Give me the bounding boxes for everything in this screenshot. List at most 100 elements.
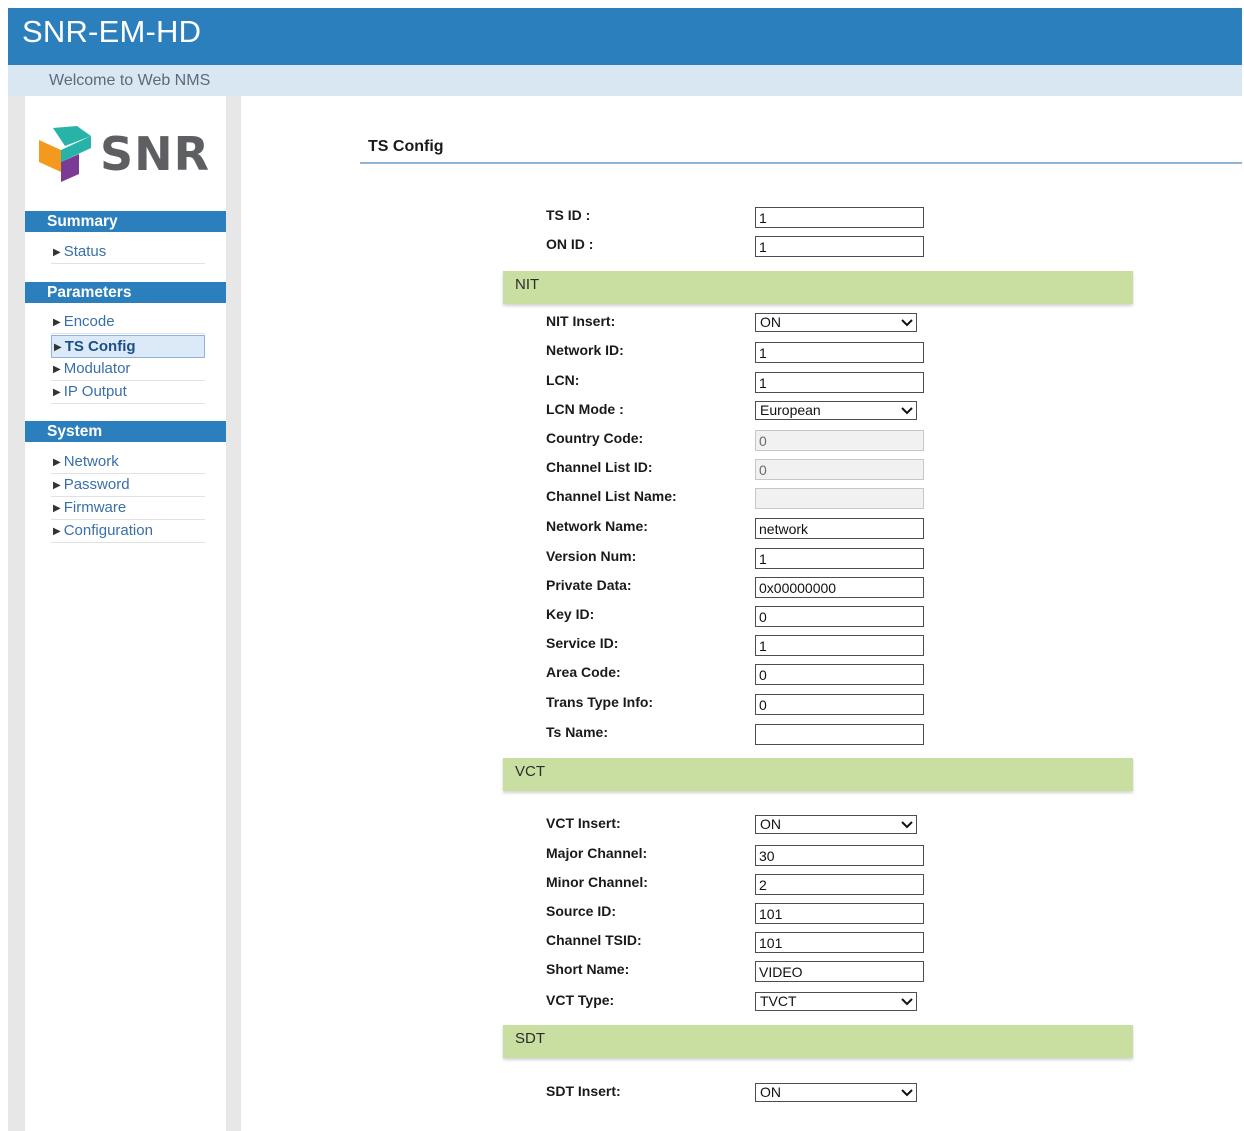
page-title: TS Config [368,138,444,155]
chevron-down-icon [901,319,913,327]
trans-type-info-label: Trans Type Info: [546,694,654,710]
vct-insert-select[interactable]: ON [755,815,917,834]
private-data-field[interactable] [755,577,924,598]
chevron-down-icon [901,821,913,829]
short-name-field[interactable] [755,961,924,982]
title-divider [360,162,1242,164]
key-id-label: Key ID: [546,606,595,622]
sidebar-item-ts-config[interactable]: ▶ TS Config [51,335,205,358]
sidebar-section-summary: Summary [25,211,226,232]
chevron-down-icon [901,1089,913,1097]
sidebar-item-modulator[interactable]: ▶ Modulator [51,358,205,381]
chevron-down-icon [901,998,913,1006]
service-id-label: Service ID: [546,635,619,651]
sidebar-item-ip-output[interactable]: ▶ IP Output [51,381,205,404]
service-id-field[interactable] [755,635,924,656]
lcn-field[interactable] [755,372,924,393]
minor-channel-label: Minor Channel: [546,874,648,890]
sidebar-item-label: Modulator [63,360,131,377]
vct-insert-value: ON [760,816,781,832]
minor-channel-field[interactable] [755,874,924,895]
sidebar-item-label: TS Config [64,338,136,355]
sidebar-item-network[interactable]: ▶ Network [51,451,205,474]
on-id-label: ON ID : [546,236,594,252]
lcn-mode-value: European [760,402,821,418]
area-code-field[interactable] [755,664,924,685]
vct-insert-label: VCT Insert: [546,815,621,831]
nit-insert-select[interactable]: ON [755,313,917,332]
sidebar-item-label: Encode [63,313,115,330]
sidebar: SNR Summary ▶ Status Parameters ▶ Encode ▶… [25,96,226,1131]
country-code-label: Country Code: [546,430,644,446]
play-arrow-icon: ▶ [54,342,62,353]
sidebar-item-firmware[interactable]: ▶ Firmware [51,497,205,520]
sidebar-item-label: IP Output [63,383,127,400]
logo-cube-icon [39,126,91,182]
vct-section-title: VCT [515,763,545,780]
source-id-field[interactable] [755,903,924,924]
play-arrow-icon: ▶ [53,387,61,398]
nit-section-header: NIT [503,271,1133,304]
network-id-field[interactable] [755,342,924,363]
sdt-insert-label: SDT Insert: [546,1083,621,1099]
key-id-field[interactable] [755,606,924,627]
vct-type-value: TVCT [760,993,797,1009]
sidebar-section-parameters: Parameters [25,282,226,303]
play-arrow-icon: ▶ [53,503,61,514]
play-arrow-icon: ▶ [53,526,61,537]
country-code-field [755,430,924,451]
sidebar-item-label: Password [63,476,130,493]
trans-type-info-field[interactable] [755,694,924,715]
network-id-label: Network ID: [546,342,624,358]
sidebar-item-status[interactable]: ▶ Status [51,241,205,264]
sidebar-section-system: System [25,421,226,442]
play-arrow-icon: ▶ [53,364,61,375]
channel-tsid-field[interactable] [755,932,924,953]
chevron-down-icon [901,407,913,415]
welcome-bar: Welcome to Web NMS [8,65,1242,96]
version-num-label: Version Num: [546,548,637,564]
nit-insert-label: NIT Insert: [546,313,616,329]
app-header: SNR-EM-HD [8,8,1242,65]
sdt-insert-select[interactable]: ON [755,1083,917,1102]
network-name-label: Network Name: [546,518,648,534]
sidebar-item-encode[interactable]: ▶ Encode [51,311,205,334]
welcome-text: Welcome to Web NMS [49,72,211,89]
play-arrow-icon: ▶ [53,317,61,328]
sidebar-item-password[interactable]: ▶ Password [51,474,205,497]
sdt-section-title: SDT [515,1030,545,1047]
channel-list-name-label: Channel List Name: [546,488,677,504]
sidebar-item-label: Network [63,453,119,470]
sidebar-item-label: Status [63,243,107,260]
nit-insert-value: ON [760,314,781,330]
vct-type-label: VCT Type: [546,992,615,1008]
ts-id-field[interactable] [755,207,924,228]
version-num-field[interactable] [755,548,924,569]
major-channel-label: Major Channel: [546,845,648,861]
sdt-insert-value: ON [760,1084,781,1100]
snr-logo: SNR [39,126,214,184]
play-arrow-icon: ▶ [53,247,61,258]
sdt-section-header: SDT [503,1025,1133,1058]
lcn-mode-label: LCN Mode : [546,401,624,417]
sidebar-item-label: Firmware [63,499,127,516]
play-arrow-icon: ▶ [53,480,61,491]
vct-type-select[interactable]: TVCT [755,992,917,1011]
area-code-label: Area Code: [546,664,621,680]
lcn-mode-select[interactable]: European [755,401,917,420]
on-id-field[interactable] [755,236,924,257]
channel-list-id-field [755,459,924,480]
sidebar-item-configuration[interactable]: ▶ Configuration [51,520,205,543]
play-arrow-icon: ▶ [53,457,61,468]
channel-list-name-field [755,488,924,509]
ts-name-field[interactable] [755,724,924,745]
lcn-label: LCN: [546,372,580,388]
channel-list-id-label: Channel List ID: [546,459,653,475]
short-name-label: Short Name: [546,961,630,977]
app-title: SNR-EM-HD [22,14,202,49]
vct-section-header: VCT [503,758,1133,791]
sidebar-item-label: Configuration [63,522,153,539]
major-channel-field[interactable] [755,845,924,866]
private-data-label: Private Data: [546,577,632,593]
network-name-field[interactable] [755,518,924,539]
